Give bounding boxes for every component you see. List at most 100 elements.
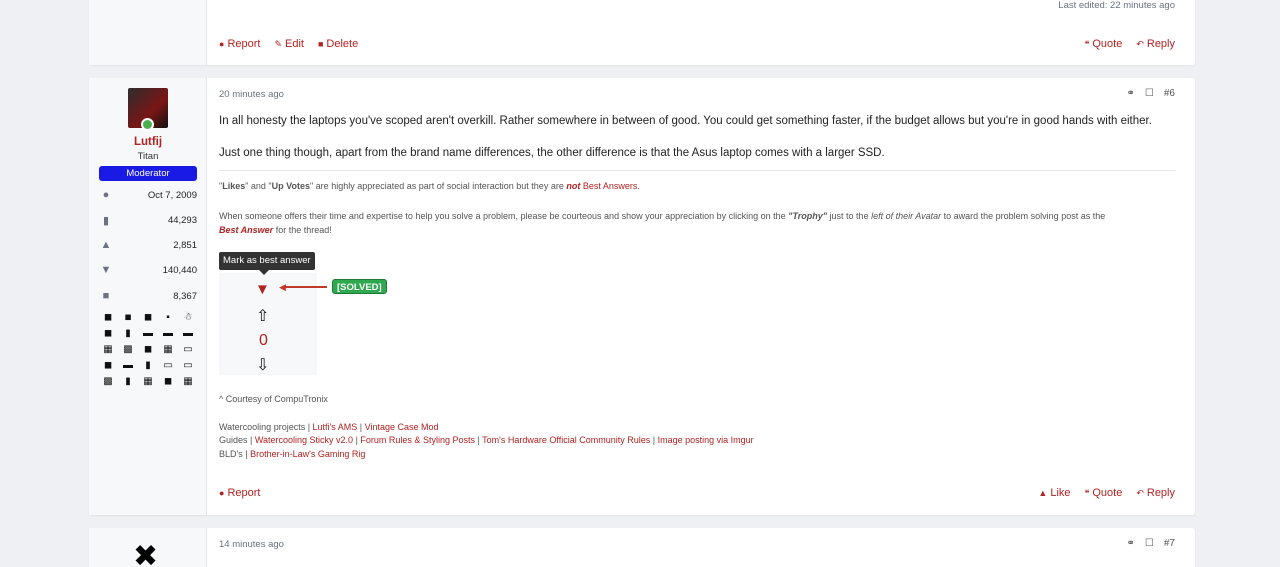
award-icon[interactable]: ◼: [159, 375, 177, 388]
link-forum-rules[interactable]: Forum Rules & Styling Posts: [360, 435, 475, 445]
post-number[interactable]: #6: [1164, 88, 1175, 99]
sig-text: to award the problem solving post as the: [941, 211, 1106, 221]
post-card-6: Lutfij Titan Moderator ● Oct 7, 2009 ▮ 44,…: [89, 78, 1195, 515]
award-icon[interactable]: ▦: [139, 375, 157, 388]
link-gaming-rig[interactable]: Brother-in-Law's Gaming Rig: [250, 449, 365, 459]
thumbs-up-icon: ▲: [100, 239, 112, 251]
award-icon[interactable]: ▮: [139, 359, 157, 372]
reply-icon: ↶: [1136, 487, 1144, 498]
quote-label: Quote: [1092, 487, 1123, 499]
delete-label: Delete: [326, 38, 359, 50]
link-community-rules[interactable]: Tom's Hardware Official Community Rules: [482, 435, 650, 445]
sig-text: for the thread!: [273, 225, 332, 235]
award-icon[interactable]: ▮: [119, 327, 137, 340]
online-status-icon: [141, 118, 154, 131]
report-label: Report: [227, 38, 261, 50]
award-icon[interactable]: ☃: [179, 311, 197, 324]
stat-posts: ■ 8,367: [99, 289, 197, 303]
stat-value: 2,851: [173, 239, 197, 251]
award-icon[interactable]: ◼: [99, 327, 117, 340]
link-image-posting[interactable]: Image posting via Imgur: [658, 435, 754, 445]
award-icon[interactable]: ▭: [159, 359, 177, 372]
sig-likes: Likes: [222, 181, 246, 191]
award-icon[interactable]: ▬: [179, 327, 197, 340]
reply-button[interactable]: ↶ Reply: [1136, 38, 1175, 50]
username[interactable]: Lutfij: [89, 136, 207, 148]
award-icon[interactable]: ▭: [179, 359, 197, 372]
trophy-icon: ▼: [255, 281, 270, 298]
stat-joined: ● Oct 7, 2009: [99, 188, 197, 202]
post-tools: ⚭ ☐ #7: [1127, 538, 1175, 549]
post-timestamp[interactable]: 14 minutes ago: [219, 539, 284, 550]
arrow-line: [283, 286, 327, 288]
post-main: 20 minutes ago ⚭ ☐ #6 In all honesty the…: [219, 78, 1175, 515]
award-icon[interactable]: ▦: [179, 375, 197, 388]
user-title: Titan: [137, 151, 159, 162]
award-icon[interactable]: ▩: [99, 375, 117, 388]
user-column: Lutfij Titan Moderator ● Oct 7, 2009 ▮ 44,…: [89, 78, 207, 515]
award-icon[interactable]: ▬: [139, 327, 157, 340]
award-icon[interactable]: ▬: [159, 327, 177, 340]
stat-points: ▼ 140,440: [99, 263, 197, 277]
stat-messages: ▮ 44,293: [99, 213, 197, 227]
signature-blds: BLD's | Brother-in-Law's Gaming Rig: [219, 449, 365, 459]
like-label: Like: [1050, 487, 1071, 499]
vote-count: 0: [259, 332, 268, 349]
post-card-7: ✖ 14 minutes ago ⚭ ☐ #7: [89, 528, 1195, 567]
report-button[interactable]: ● Report: [219, 38, 260, 50]
edit-icon: ✎: [274, 38, 283, 49]
trophy-icon: ▼: [100, 264, 112, 276]
signature-line-likes: "Likes" and "Up Votes" are highly apprec…: [219, 181, 640, 191]
post-actions-right: ❝ Quote ↶ Reply: [1085, 38, 1175, 50]
quote-button[interactable]: ❝ Quote: [1085, 38, 1123, 50]
sig-text: " are highly appreciated as part of soci…: [309, 181, 567, 191]
bookmark-icon[interactable]: ☐: [1145, 88, 1154, 99]
award-icon[interactable]: ▩: [119, 343, 137, 356]
post-number[interactable]: #7: [1164, 538, 1175, 549]
report-icon: ●: [219, 488, 225, 498]
last-edited: Last edited: 22 minutes ago: [1058, 0, 1175, 11]
share-icon[interactable]: ⚭: [1127, 538, 1135, 549]
sig-text: .: [637, 181, 640, 191]
report-button[interactable]: ● Report: [219, 487, 260, 499]
award-icon[interactable]: ▪: [159, 311, 177, 324]
award-icon[interactable]: ▦: [99, 343, 117, 356]
edit-button[interactable]: ✎ Edit: [274, 38, 304, 50]
sig-text: just to the: [827, 211, 872, 221]
award-icon[interactable]: ◼: [99, 359, 117, 372]
deleted-avatar-icon: ✖: [133, 540, 159, 567]
post-actions-left: ● Report ✎ Edit ■ Delete: [219, 38, 358, 50]
award-icon[interactable]: ▮: [119, 375, 137, 388]
award-icon[interactable]: ▭: [179, 343, 197, 356]
award-icon[interactable]: ▦: [159, 343, 177, 356]
link-lutfis-ams[interactable]: Lutfi's AMS: [313, 422, 358, 432]
link-watercooling-sticky[interactable]: Watercooling Sticky v2.0: [255, 435, 353, 445]
stat-value: 140,440: [162, 264, 197, 276]
quote-button[interactable]: ❝ Quote: [1085, 487, 1123, 499]
link-vintage-case-mod[interactable]: Vintage Case Mod: [365, 422, 439, 432]
like-button[interactable]: ▲ Like: [1038, 487, 1070, 499]
quote-icon: ❝: [1084, 487, 1090, 498]
award-icon[interactable]: ◾: [119, 311, 137, 324]
delete-button[interactable]: ■ Delete: [318, 38, 358, 50]
share-icon[interactable]: ⚭: [1127, 88, 1135, 99]
post-timestamp[interactable]: 20 minutes ago: [219, 89, 284, 100]
signature-courtesy: ^ Courtesy of CompuTronix: [219, 394, 328, 404]
reply-button[interactable]: ↶ Reply: [1136, 487, 1175, 499]
award-icon[interactable]: ◼: [99, 311, 117, 324]
sig-upvotes: Up Votes: [271, 181, 310, 191]
bookmark-icon[interactable]: ☐: [1145, 538, 1154, 549]
posts-icon: ■: [102, 290, 110, 302]
sig-label: Watercooling projects |: [219, 422, 313, 432]
sig-not: not: [566, 181, 581, 191]
award-icon[interactable]: ◼: [139, 311, 157, 324]
post-card-previous: Last edited: 22 minutes ago ● Report ✎ Edi…: [89, 0, 1195, 65]
messages-icon: ▮: [102, 214, 110, 227]
signature-projects: Watercooling projects | Lutfi's AMS | Vi…: [219, 422, 439, 432]
reply-label: Reply: [1146, 38, 1175, 50]
stat-value: 44,293: [167, 214, 197, 226]
post-actions-right: ▲ Like ❝ Quote ↶ Reply: [1038, 487, 1175, 499]
award-icon[interactable]: ▬: [119, 359, 137, 372]
user-column: [89, 0, 207, 65]
award-icon[interactable]: ◼: [139, 343, 157, 356]
